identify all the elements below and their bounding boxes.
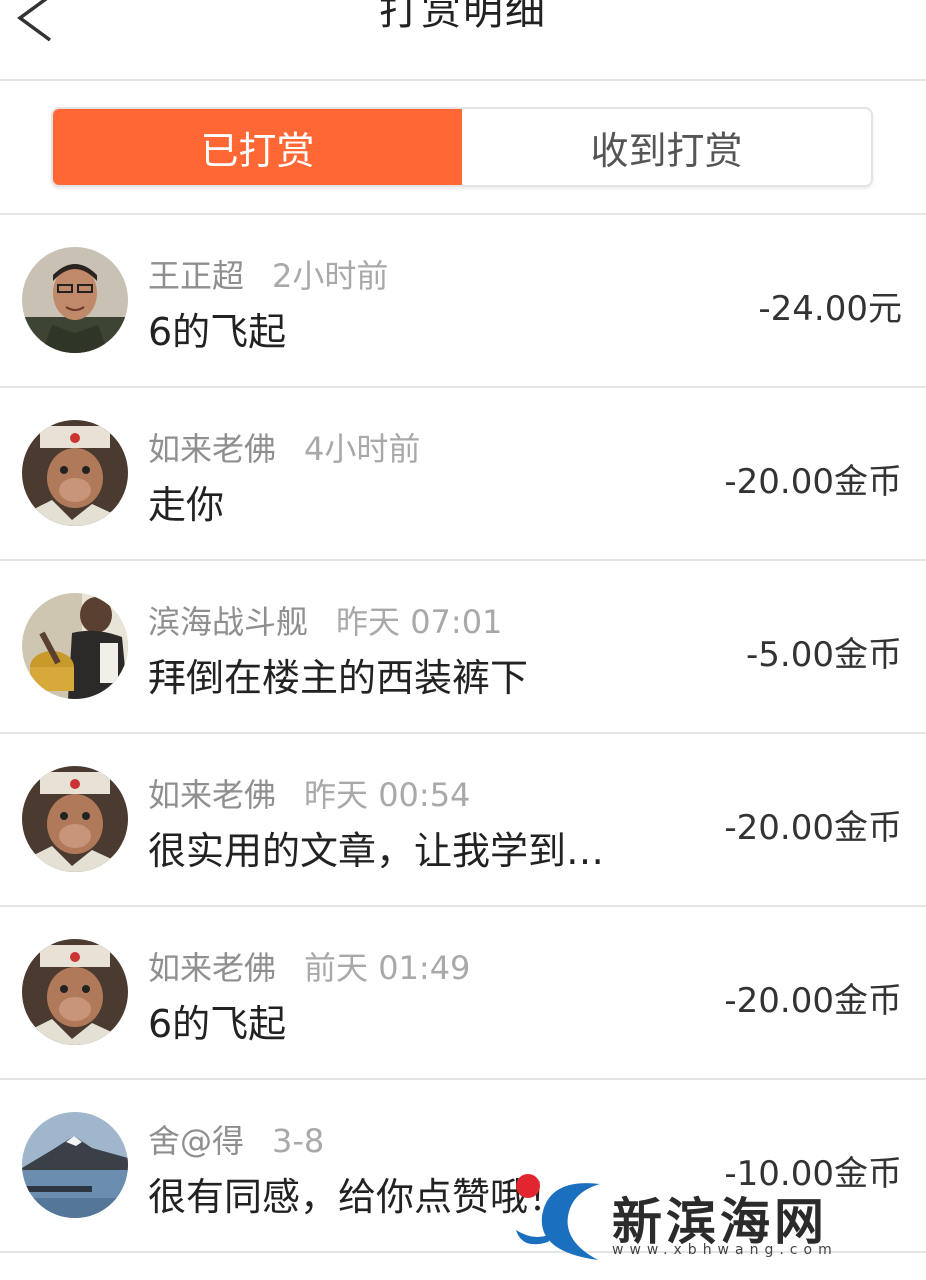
user-name[interactable]: 滨海战斗舰 [148,603,308,641]
user-name[interactable]: 如来老佛 [148,949,276,987]
message: 走你 [148,483,225,527]
amount: -20.00金币 [724,981,902,1021]
avatar[interactable] [22,247,128,353]
timestamp: 前天 01:49 [304,949,471,987]
page-title: 打赏明细 [379,0,547,34]
list-item[interactable]: 如来老佛 前天 01:49 6的飞起 -20.00金币 [0,907,926,1080]
list-item[interactable]: 滨海战斗舰 昨天 07:01 拜倒在楼主的西装裤下 -5.00金币 [0,561,926,734]
amount: -20.00金币 [724,808,902,848]
list-item[interactable]: 如来老佛 昨天 00:54 很实用的文章，让我学到… -20.00金币 [0,734,926,907]
amount: -24.00元 [758,289,902,329]
timestamp: 3-8 [272,1122,325,1160]
message: 很实用的文章，让我学到… [148,829,605,873]
user-name[interactable]: 如来老佛 [148,776,276,814]
site-watermark: 新滨海网 www.xbhwang.com [508,1172,908,1268]
list-item[interactable]: 如来老佛 4小时前 走你 -20.00金币 [0,388,926,561]
site-logo-icon [516,1174,600,1260]
watermark-url: www.xbhwang.com [612,1242,838,1258]
list-item[interactable]: 王正超 2小时前 6的飞起 -24.00元 [0,215,926,388]
avatar[interactable] [22,1112,128,1218]
header-bar: 打赏明细 [0,0,926,81]
timestamp: 2小时前 [272,257,389,295]
row-meta: 舍@得 3-8 [148,1116,324,1162]
row-meta: 如来老佛 4小时前 [148,424,420,470]
timestamp: 昨天 00:54 [304,776,471,814]
row-meta: 滨海战斗舰 昨天 07:01 [148,597,502,643]
avatar[interactable] [22,766,128,872]
message: 拜倒在楼主的西装裤下 [148,656,529,700]
avatar[interactable] [22,420,128,526]
row-meta: 如来老佛 昨天 00:54 [148,770,470,816]
amount: -20.00金币 [724,462,902,502]
message: 6的飞起 [148,1002,287,1046]
timestamp: 昨天 07:01 [336,603,503,641]
timestamp: 4小时前 [304,430,421,468]
row-meta: 如来老佛 前天 01:49 [148,943,470,989]
tab-given-rewards[interactable]: 已打赏 [53,109,462,185]
row-meta: 王正超 2小时前 [148,251,388,297]
tab-received-rewards[interactable]: 收到打赏 [462,109,871,185]
user-name[interactable]: 王正超 [148,257,244,295]
avatar[interactable] [22,593,128,699]
amount: -5.00金币 [746,635,902,675]
user-name[interactable]: 如来老佛 [148,430,276,468]
message: 很有同感，给你点赞哦！ [148,1175,567,1219]
user-name[interactable]: 舍@得 [148,1122,244,1160]
tab-switcher: 已打赏 收到打赏 [51,107,873,187]
avatar[interactable] [22,939,128,1045]
reward-list: 王正超 2小时前 6的飞起 -24.00元 如来老佛 4小时前 走你 -20.00金… [0,215,926,1253]
message: 6的飞起 [148,310,287,354]
